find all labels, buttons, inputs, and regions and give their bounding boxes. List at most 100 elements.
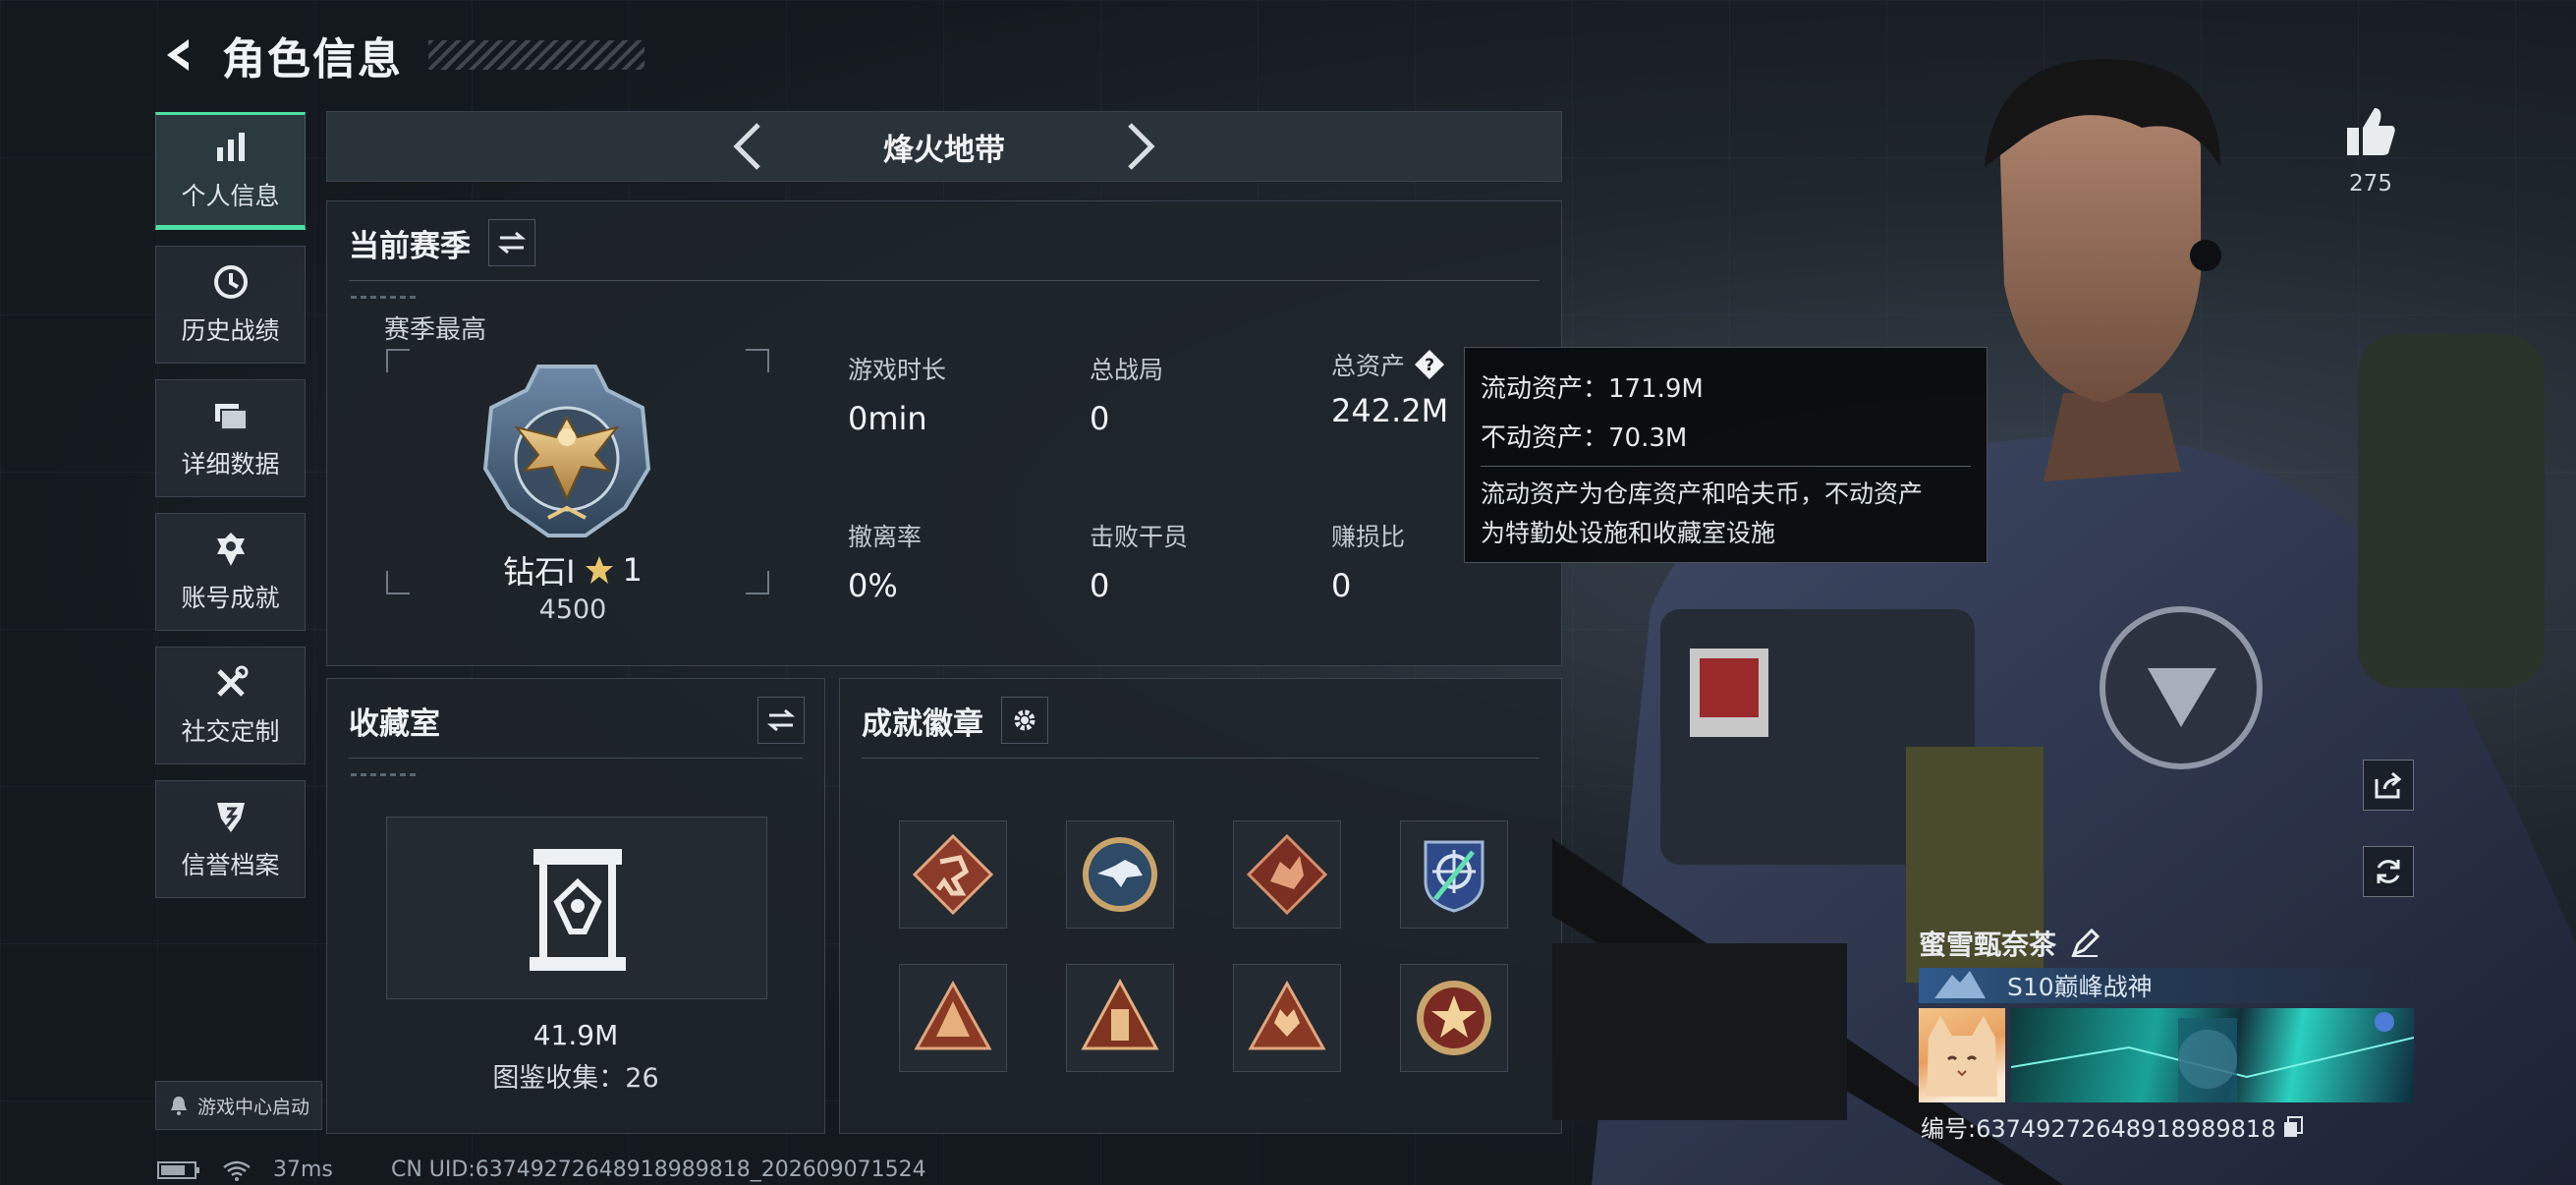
vault-title: 收藏室 [349, 705, 440, 742]
edit-icon[interactable] [2070, 929, 2100, 958]
achievement-panel: 成就徽章 [839, 678, 1562, 1134]
badge-settings-button[interactable] [1001, 697, 1048, 744]
battery-icon [157, 1160, 199, 1179]
sidebar-item-label: 社交定制 [181, 717, 280, 746]
share-icon [2375, 771, 2402, 799]
sidebar-item-label: 账号成就 [181, 584, 280, 612]
sidebar-item-details[interactable]: 详细数据 [155, 379, 306, 497]
decoration [351, 296, 420, 299]
achievement-badge[interactable] [1400, 964, 1508, 1072]
bell-icon [171, 1097, 187, 1115]
sidebar-item-credit[interactable]: 信誉档案 [155, 780, 306, 898]
player-name-text: 蜜雪甄奈茶 [1919, 929, 2057, 961]
cn-uid: CN UID:63749272648918989818_202609071524 [391, 1157, 926, 1182]
bar-chart-icon [216, 133, 245, 161]
wifi-icon [223, 1160, 251, 1181]
star-icon [585, 556, 613, 584]
launch-label: 游戏中心启动 [197, 1096, 310, 1118]
mode-selector: 烽火地带 [326, 111, 1562, 182]
diamond-rank-emblem-icon [482, 365, 651, 537]
achievement-badge[interactable] [899, 964, 1007, 1072]
rotate-button[interactable] [2363, 846, 2414, 897]
wolf-badge-icon [1248, 980, 1326, 1050]
tower-badge-icon [1081, 978, 1159, 1050]
back-arrow-icon[interactable] [157, 33, 200, 77]
display-case-icon [530, 849, 626, 971]
svg-text:?: ? [1425, 356, 1434, 375]
swap-icon [766, 708, 796, 732]
rank-label: 钻石Ⅰ [503, 553, 576, 591]
assets-tooltip: 流动资产：171.9M 不动资产：70.3M 流动资产为仓库资产和哈夫币，不动资… [1464, 347, 1988, 563]
page-title: 角色信息 [222, 34, 403, 85]
title-decoration [428, 40, 644, 70]
like-count: 275 [2349, 171, 2392, 197]
vault-value: 41.9M [532, 1019, 619, 1051]
stat-operators-defeated: 击败干员 0 [1090, 523, 1189, 604]
achievement-panel-header: 成就徽章 [862, 697, 1048, 744]
vault-panel-header: 收藏室 [349, 697, 805, 744]
player-uid-text: 编号:6374927264891898981​8 [1921, 1115, 2276, 1143]
vault-panel: 收藏室 41.9M 图鉴收集：26 [326, 678, 825, 1134]
chevron-left-icon[interactable] [718, 117, 777, 176]
player-uid: 编号:6374927264891898981​8 [1921, 1109, 2305, 1144]
sidebar-item-label: 信誉档案 [181, 851, 280, 879]
achievement-badge[interactable] [1400, 820, 1508, 929]
achievement-badge[interactable] [1233, 820, 1341, 929]
season-panel: 当前赛季 赛季最高 钻石Ⅰ 1 4500 游戏时长 0min 总战局 0 总资产 [326, 200, 1562, 666]
like-button[interactable]: 275 [2336, 104, 2405, 197]
avatar[interactable] [1919, 1008, 2005, 1102]
dragon-badge-icon [1246, 833, 1328, 916]
chevron-right-icon[interactable] [1111, 117, 1170, 176]
achievement-title: 成就徽章 [862, 705, 983, 742]
stat-play-time: 游戏时长 0min [848, 356, 947, 437]
achievement-badge[interactable] [1066, 820, 1174, 929]
page-header: 角色信息 [157, 26, 644, 85]
divider [1481, 466, 1971, 467]
title-emblem-icon [1934, 971, 1986, 998]
player-name: 蜜雪甄奈茶 [1919, 924, 2100, 963]
fixed-assets: 不动资产：70.3M [1481, 423, 1688, 453]
sidebar-item-label: 个人信息 [181, 182, 280, 210]
stat-total-matches: 总战局 0 [1090, 356, 1164, 437]
sidebar-item-label: 历史战绩 [181, 316, 280, 345]
achievement-icon [216, 533, 245, 566]
status-bar: 37ms [157, 1157, 333, 1182]
collection-count: 图鉴收集：26 [492, 1063, 659, 1094]
sidebar-item-personal-info[interactable]: 个人信息 [155, 112, 306, 230]
rank-score: 4500 [538, 594, 607, 625]
divider [349, 280, 1540, 281]
tools-icon [216, 665, 248, 697]
help-icon[interactable]: ? [1413, 348, 1446, 381]
sidebar: 个人信息 历史战绩 详细数据 账号成就 社交定制 信誉档案 [155, 112, 306, 914]
sidebar-item-social[interactable]: 社交定制 [155, 647, 306, 764]
season-panel-header: 当前赛季 [349, 219, 535, 266]
liquid-assets: 流动资产：171.9M [1481, 373, 1704, 404]
divider [349, 758, 803, 759]
divider [862, 758, 1540, 759]
sidebar-item-achievements[interactable]: 账号成就 [155, 513, 306, 631]
stat-label: 总资产 [1331, 352, 1406, 380]
folder-icon [214, 404, 248, 430]
credit-icon [216, 803, 245, 832]
stat-extraction-rate: 撤离率 0% [848, 523, 923, 604]
gear-icon [1014, 709, 1036, 731]
profile-banner [2011, 1008, 2414, 1102]
achievement-badge[interactable] [1233, 964, 1341, 1072]
share-button[interactable] [2363, 760, 2414, 811]
sidebar-item-history[interactable]: 历史战绩 [155, 246, 306, 364]
season-best-label: 赛季最高 [384, 315, 487, 345]
achievement-badge[interactable] [899, 820, 1007, 929]
swap-icon [497, 231, 527, 254]
season-title: 当前赛季 [349, 228, 471, 264]
copy-icon[interactable] [2281, 1115, 2305, 1139]
stat-profit-ratio: 赚损比 0 [1331, 523, 1406, 604]
player-card[interactable] [1919, 1008, 2414, 1102]
player-title: S10巅峰战神 [2007, 973, 2153, 1001]
switch-season-button[interactable] [488, 219, 535, 266]
star-medal-badge-icon [1417, 981, 1491, 1055]
rank-name: 钻石Ⅰ 1 [327, 547, 818, 592]
game-center-launch-button[interactable]: 游戏中心启动 [155, 1081, 322, 1130]
achievement-badge[interactable] [1066, 964, 1174, 1072]
vault-preview[interactable] [386, 817, 767, 999]
switch-vault-button[interactable] [757, 697, 805, 744]
